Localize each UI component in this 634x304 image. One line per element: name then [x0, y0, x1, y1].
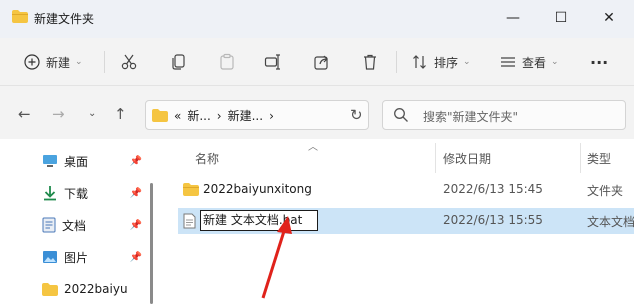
sidebar-item-pictures[interactable]: 图片 📌 [42, 244, 152, 270]
more-options-button[interactable]: ··· [590, 50, 608, 74]
pin-icon[interactable]: 📌 [130, 252, 142, 263]
delete-button[interactable] [361, 50, 379, 74]
file-list: 名称 ︿ 修改日期 类型 2022baiyunxitong 2022/6/13 … [170, 139, 634, 304]
copy-button[interactable] [170, 50, 188, 74]
command-bar: 新建 ⌄ 排序 ⌄ 查看 ⌄ ··· [0, 38, 634, 86]
window-title: 新建文件夹 [34, 12, 95, 26]
new-label: 新建 [46, 55, 71, 70]
column-header-type[interactable]: 类型 [587, 150, 611, 167]
table-row[interactable]: 2022baiyunxitong 2022/6/13 15:45 文件夹 [178, 177, 634, 203]
column-divider[interactable] [580, 143, 581, 173]
main-content: 桌面 📌 下载 📌 文档 📌 图片 📌 2022baiyu 名称 ︿ 修改日期 … [0, 139, 634, 304]
document-icon [42, 217, 56, 233]
folder-icon [183, 183, 199, 196]
rename-button[interactable] [264, 50, 282, 74]
file-name: 2022baiyunxitong [203, 182, 312, 196]
search-icon [394, 108, 408, 122]
column-header-name[interactable]: 名称 [195, 150, 219, 167]
annotation-arrow-icon [261, 216, 292, 299]
chevron-down-icon: ⌄ [463, 57, 471, 67]
sidebar-item-downloads[interactable]: 下载 📌 [42, 180, 152, 206]
file-type: 文件夹 [587, 184, 624, 198]
forward-arrow-icon[interactable]: → [52, 105, 65, 123]
paste-button[interactable] [218, 50, 236, 74]
breadcrumb-item[interactable]: 新建... [228, 107, 263, 124]
breadcrumb-separator[interactable]: › [217, 109, 222, 123]
copy-icon [172, 54, 185, 70]
sidebar-item-label: 2022baiyun [64, 282, 128, 296]
file-modified: 2022/6/13 15:55 [443, 213, 543, 227]
trash-icon [364, 54, 376, 70]
view-list-icon [501, 57, 515, 67]
download-icon [44, 186, 56, 201]
sort-button[interactable]: 排序 ⌄ [412, 50, 471, 74]
back-arrow-icon[interactable]: ← [18, 105, 31, 123]
column-divider[interactable] [435, 143, 436, 173]
chevron-down-icon: ⌄ [75, 57, 83, 67]
sidebar-item-label: 图片 [64, 250, 89, 265]
breadcrumb-separator[interactable]: › [269, 109, 274, 123]
sidebar-item-folder[interactable]: 2022baiyun [42, 276, 152, 302]
plus-circle-icon [24, 54, 40, 70]
pin-icon[interactable]: 📌 [130, 188, 142, 199]
minimize-button[interactable]: — [490, 0, 536, 36]
folder-icon [152, 109, 168, 122]
desktop-icon [43, 155, 57, 167]
view-label: 查看 [522, 55, 547, 70]
close-button[interactable]: ✕ [586, 0, 632, 36]
sidebar-item-label: 文档 [62, 218, 87, 233]
folder-icon [42, 282, 58, 296]
share-icon [314, 55, 328, 70]
sidebar-item-label: 下载 [64, 186, 89, 201]
breadcrumb-overflow[interactable]: « [174, 109, 181, 123]
sidebar-scrollbar[interactable] [150, 183, 153, 304]
sidebar-item-documents[interactable]: 文档 📌 [42, 212, 152, 238]
refresh-icon[interactable]: ↻ [350, 106, 363, 124]
toolbar-divider [104, 51, 105, 73]
scissors-icon [121, 54, 137, 70]
pin-icon[interactable]: 📌 [130, 156, 142, 167]
column-header-modified[interactable]: 修改日期 [443, 150, 491, 167]
sort-ascending-icon: ︿ [308, 142, 318, 153]
rename-icon [264, 54, 280, 70]
sort-label: 排序 [434, 55, 459, 70]
pin-icon[interactable]: 📌 [130, 220, 142, 231]
chevron-down-icon: ⌄ [551, 57, 559, 67]
file-modified: 2022/6/13 15:45 [443, 182, 543, 196]
title-bar: 新建文件夹 — ☐ ✕ [0, 0, 634, 38]
cut-button[interactable] [120, 50, 138, 74]
view-button[interactable]: 查看 ⌄ [500, 50, 559, 74]
text-file-icon [183, 213, 196, 229]
address-bar[interactable]: « 新... › 新建... › ↻ [145, 100, 369, 130]
recent-locations-chevron-icon[interactable]: ⌄ [88, 108, 96, 119]
share-button[interactable] [313, 50, 331, 74]
maximize-button[interactable]: ☐ [538, 0, 584, 36]
clipboard-icon [220, 53, 234, 70]
up-arrow-icon[interactable]: ↑ [114, 105, 127, 123]
search-box[interactable]: 搜索"新建文件夹" [382, 100, 626, 130]
navigation-pane: 桌面 📌 下载 📌 文档 📌 图片 📌 2022baiyu [0, 139, 158, 304]
breadcrumb-item[interactable]: 新... [187, 107, 210, 124]
picture-icon [43, 251, 57, 263]
sort-icon [413, 55, 426, 69]
file-type: 文本文档 [587, 215, 634, 229]
sidebar-item-desktop[interactable]: 桌面 📌 [42, 148, 152, 174]
navigation-bar: ← → ⌄ ↑ « 新... › 新建... › ↻ 搜索"新建文件夹" [0, 87, 634, 139]
sidebar-item-label: 桌面 [64, 154, 89, 169]
folder-icon [12, 10, 28, 23]
toolbar-divider [396, 51, 397, 73]
new-button[interactable]: 新建 ⌄ [24, 50, 83, 74]
search-placeholder: 搜索"新建文件夹" [423, 110, 519, 124]
table-row-selected[interactable]: 新建 文本文档.bat 2022/6/13 15:55 文本文档 [178, 208, 634, 234]
